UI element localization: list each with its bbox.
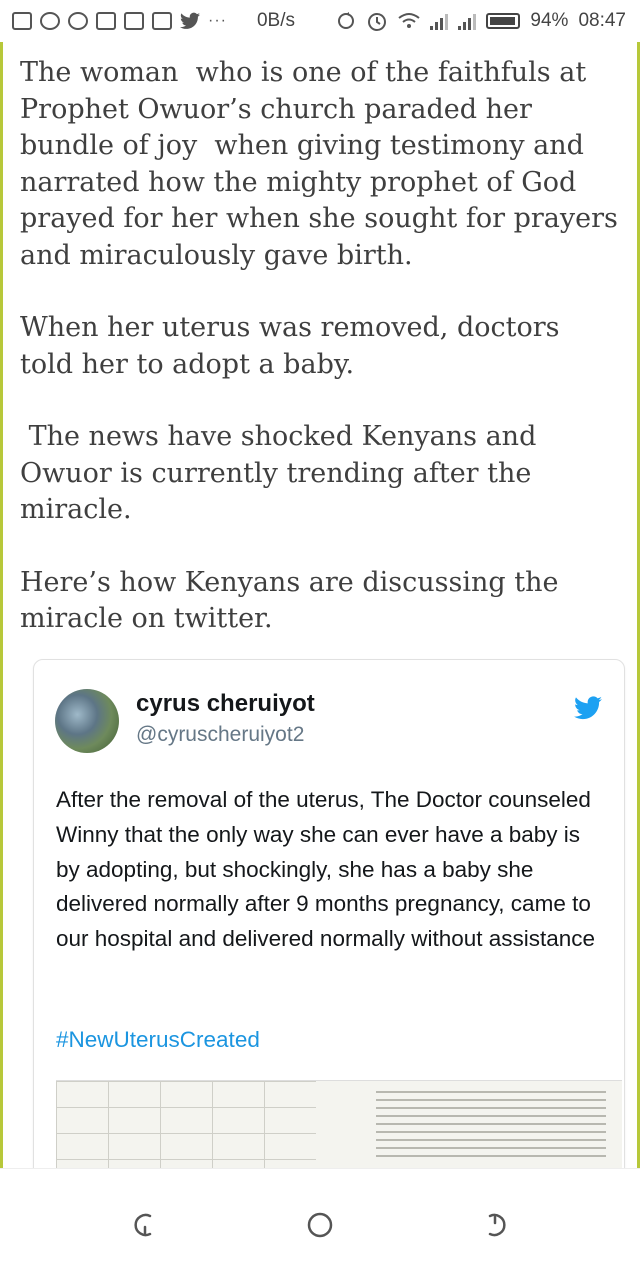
activity-icon	[152, 12, 172, 30]
recents-icon	[488, 1213, 506, 1237]
recents-button[interactable]	[476, 1205, 516, 1245]
battery-percent: 94%	[530, 10, 569, 31]
clock: 08:47	[578, 10, 626, 31]
article-paragraph: Here’s how Kenyans are discussing the mi…	[20, 566, 568, 635]
signal-strength-2-icon	[458, 12, 477, 30]
document-text-lines	[376, 1085, 606, 1163]
more-notifications-indicator: ···	[208, 12, 227, 29]
article-paragraph: The woman who is one of the faithfuls at…	[20, 57, 627, 271]
tweet-hashtag-link[interactable]: #NewUterusCreated	[56, 1027, 260, 1053]
tweet-text: After the removal of the uterus, The Doc…	[56, 787, 598, 952]
battery-icon	[486, 13, 521, 29]
system-icons: 94% 08:47	[336, 10, 640, 32]
article-paragraph: The news have shocked Kenyans and Owuor …	[20, 421, 545, 525]
tweet-author-name[interactable]: cyrus cheruiyot	[136, 690, 315, 718]
document-table-graphic	[56, 1081, 316, 1168]
tweet-image-document[interactable]	[56, 1080, 622, 1168]
back-icon	[134, 1213, 152, 1237]
embedded-tweet[interactable]: cyrus cheruiyot @cyruscheruiyot2 After t…	[33, 659, 625, 1168]
avatar[interactable]	[55, 689, 119, 753]
tweet-author-handle[interactable]: @cyruscheruiyot2	[136, 723, 304, 747]
wifi-icon	[398, 13, 421, 28]
network-speed: 0B/s	[256, 10, 296, 31]
status-bar: ··· 0B/s 94% 08:47	[0, 0, 640, 42]
download-icon	[124, 12, 144, 30]
alarm-icon	[368, 13, 387, 31]
twitter-notification-icon	[180, 12, 200, 29]
signal-strength-icon	[430, 12, 449, 30]
home-button[interactable]	[300, 1205, 340, 1245]
system-navigation-bar	[0, 1168, 640, 1281]
article-paragraph: When her uterus was removed, doctors tol…	[20, 312, 569, 380]
back-button[interactable]	[124, 1205, 164, 1245]
twitter-bird-icon[interactable]	[574, 696, 602, 720]
sync-icon	[338, 12, 355, 29]
chat-icon	[68, 12, 88, 30]
message-icon	[12, 12, 32, 30]
article-body: The woman who is one of the faithfuls at…	[0, 42, 640, 1168]
whatsapp-icon	[40, 12, 60, 30]
home-icon	[307, 1212, 333, 1238]
notification-icons: ··· 0B/s	[0, 10, 295, 32]
screenshot-icon	[96, 12, 116, 30]
